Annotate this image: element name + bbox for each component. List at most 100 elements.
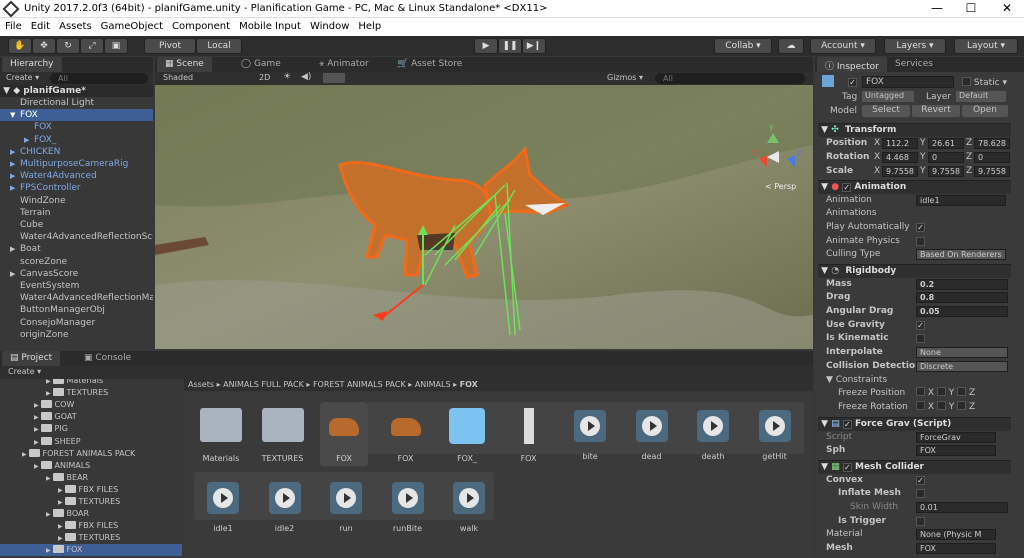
transform-y-field[interactable]: 9.7558 [928,166,964,177]
project-create-button[interactable]: Create ▾ [8,367,41,376]
expand-arrow-icon[interactable]: ▶ [34,414,41,421]
layout-dropdown[interactable]: Layout ▾ [954,38,1018,54]
scene-viewport[interactable]: y z x < Persp [155,85,813,349]
sph-field[interactable]: FOX [916,445,996,456]
mode-2d-toggle[interactable]: 2D [259,73,270,82]
expand-arrow-icon[interactable]: ▶ [58,523,65,530]
asset-tile[interactable]: TEXTURES [255,404,311,463]
hierarchy-item[interactable]: ▶ Water4Advanced [0,170,153,182]
constraints-row[interactable]: ▼ Constraints [826,374,1011,387]
breadcrumb-animals[interactable]: ANIMALS [415,380,451,389]
asset-tile[interactable]: idle2 [257,476,313,533]
close-button[interactable]: ✕ [990,0,1024,18]
asset-tile[interactable]: run [318,476,374,533]
animate-physics-checkbox[interactable] [916,237,925,246]
tab-console[interactable]: ▣ Console [76,351,139,366]
use-gravity-checkbox[interactable]: ✓ [916,321,925,330]
hierarchy-item[interactable]: ▶ MultipurposeCameraRig [0,158,153,170]
inflate-mesh-checkbox[interactable] [916,489,925,498]
pivot-toggle[interactable]: Pivot [144,38,196,54]
project-tree-item[interactable]: ▶ FOX [0,544,182,557]
gizmos-dropdown[interactable]: Gizmos ▾ [607,73,643,82]
rigidbody-header[interactable]: ▼ ◔ Rigidbody [818,264,1011,278]
pause-button[interactable]: ❚❚ [498,38,522,54]
tag-dropdown[interactable]: Untagged [862,91,914,102]
hierarchy-item[interactable]: ConsejoManager [0,317,153,329]
tab-animator[interactable]: ⚹ Animator [311,57,377,72]
collision-detection-dropdown[interactable]: Discrete [916,361,1008,372]
hierarchy-item[interactable]: EventSystem [0,280,153,292]
mesh-collider-header[interactable]: ▼ ▦ ✓ Mesh Collider [818,460,1011,474]
freeze-rot-z-checkbox[interactable] [957,401,967,410]
interpolate-dropdown[interactable]: None [916,347,1008,358]
hierarchy-item[interactable]: ButtonManagerObj [0,304,153,316]
transform-y-field[interactable]: 0 [928,152,964,163]
freeze-pos-x-checkbox[interactable] [916,387,925,396]
scene-root-row[interactable]: ▼ ◆ planifGame* [0,85,153,97]
asset-tile[interactable]: FOX_ [439,404,495,463]
is-kinematic-checkbox[interactable] [916,334,925,343]
audio-toggle-icon[interactable]: ◀) [301,72,311,82]
scene-search-input[interactable]: All [655,73,805,84]
hand-tool-icon[interactable]: ✋ [8,38,32,54]
animation-clip-field[interactable]: idle1 [916,195,1006,206]
expand-arrow-icon[interactable]: ▶ [34,439,41,446]
expand-arrow-icon[interactable]: ▶ [46,511,53,518]
expand-arrow-icon[interactable]: ▶ [46,390,53,397]
lighting-toggle-icon[interactable]: ☀ [283,72,291,82]
drag-field[interactable]: 0.8 [916,292,1008,303]
project-tree-item[interactable]: ▶ FOREST ANIMALS PACK [22,448,135,460]
freeze-rot-y-checkbox[interactable] [936,401,946,410]
script-field[interactable]: ForceGrav [916,432,996,443]
breadcrumb-forest-animals-pack[interactable]: FOREST ANIMALS PACK [313,380,406,389]
menu-mobile-input[interactable]: Mobile Input [234,18,305,32]
maximize-button[interactable]: ☐ [954,0,988,18]
collab-button[interactable]: Collab ▾ [714,38,772,54]
transform-x-field[interactable]: 4.468 [882,152,918,163]
animations-row[interactable]: Animations [826,207,1011,220]
hierarchy-item[interactable]: ▶ CanvasScore [0,268,153,280]
breadcrumb-animals-full-pack[interactable]: ANIMALS FULL PACK [223,380,304,389]
expand-arrow-icon[interactable]: ▶ [24,134,34,146]
asset-tile[interactable]: walk [441,476,497,533]
tab-project[interactable]: ▤ Project [2,351,61,366]
menu-component[interactable]: Component [167,18,234,32]
hierarchy-item[interactable]: Terrain [0,207,153,219]
asset-tile[interactable]: FOX [378,404,434,463]
convex-checkbox[interactable]: ✓ [916,476,925,485]
layer-dropdown[interactable]: Default [956,91,1006,102]
project-tree-item[interactable]: ▶ TEXTURES [46,387,108,399]
menu-help[interactable]: Help [353,18,385,32]
asset-tile[interactable]: FOX [316,404,372,463]
hierarchy-item[interactable]: WindZone [0,195,153,207]
expand-arrow-icon[interactable]: ▶ [22,451,29,458]
rotate-tool-icon[interactable]: ↻ [56,38,80,54]
rect-tool-icon[interactable]: ▣ [104,38,128,54]
project-tree-item[interactable]: ▶ GOAT [34,411,77,423]
hierarchy-item[interactable]: ▶ FOX_ [0,134,153,146]
asset-tile[interactable]: getHit [747,404,803,461]
mass-field[interactable]: 0.2 [916,279,1008,290]
project-tree-item[interactable]: ▶ FBX FILES [58,520,118,532]
hierarchy-create-button[interactable]: Create ▾ [6,73,39,82]
project-tree-item[interactable]: ▶ Materials [46,379,103,387]
hierarchy-item[interactable]: Directional Light [0,97,153,109]
expand-arrow-icon[interactable]: ▶ [10,243,20,255]
menu-edit[interactable]: Edit [26,18,54,32]
scale-tool-icon[interactable]: ⤢ [80,38,104,54]
step-button[interactable]: ▶❙ [522,38,546,54]
forcegrav-header[interactable]: ▼ ▤ ✓ Force Grav (Script) [818,417,1011,431]
asset-tile[interactable]: FOX [501,404,557,463]
hierarchy-item[interactable]: originZone [0,329,153,341]
hierarchy-item[interactable]: Water4AdvancedReflectionMa [0,292,153,304]
local-toggle[interactable]: Local [196,38,242,54]
hierarchy-item[interactable]: Water4AdvancedReflectionSce [0,231,153,243]
project-tree-item[interactable]: ▶ FBX FILES [58,484,118,496]
project-tree-item[interactable]: ▶ TEXTURES [58,496,120,508]
expand-arrow-icon[interactable]: ▶ [10,170,20,182]
effects-dropdown-icon[interactable] [323,73,345,83]
skin-width-field[interactable]: 0.01 [916,502,1008,513]
transform-x-field[interactable]: 9.7558 [882,166,918,177]
transform-y-field[interactable]: 26.61 [928,138,964,149]
account-dropdown[interactable]: Account ▾ [810,38,876,54]
